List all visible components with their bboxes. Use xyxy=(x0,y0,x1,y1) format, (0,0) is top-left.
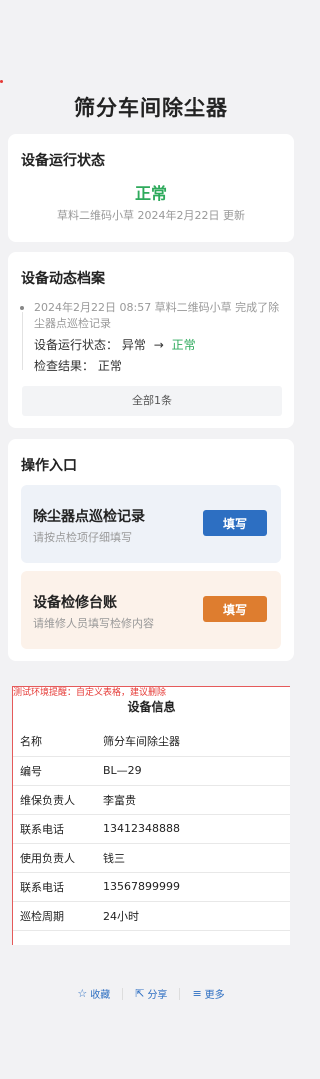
status-card-title: 设备运行状态 xyxy=(21,153,105,169)
red-dot-marker xyxy=(0,80,3,83)
row-value: BL—29 xyxy=(103,756,290,786)
record-text: 2024年2月22日 08:57 草料二维码小草 完成了除尘器点巡检记录 xyxy=(34,301,280,330)
record-status-to: 正常 xyxy=(171,338,196,352)
table-row: 巡检周期 24小时 xyxy=(13,901,290,931)
row-key: 联系电话 xyxy=(13,872,103,902)
row-key: 编号 xyxy=(13,756,103,786)
records-card: 设备动态档案 2024年2月22日 08:57 草料二维码小草 完成了除尘器点巡… xyxy=(8,252,294,428)
status-meta: 草料二维码小草 2024年2月22日 更新 xyxy=(57,209,245,222)
inspection-entry-title: 除尘器点巡检记录 xyxy=(33,509,145,525)
more-label: 更多 xyxy=(204,990,225,1001)
favorite-button[interactable]: ☆ 收藏 xyxy=(65,986,122,1001)
table-row: 编号 BL—29 xyxy=(13,756,290,786)
record-status-label: 设备运行状态： xyxy=(34,338,119,352)
footer-actions: ☆ 收藏 ⇱ 分享 ≡ 更多 xyxy=(0,986,302,1001)
table-row: 联系电话 13412348888 xyxy=(13,814,290,844)
share-icon: ⇱ xyxy=(135,987,145,1000)
maintenance-fill-button[interactable]: 填写 xyxy=(203,596,267,622)
menu-icon: ≡ xyxy=(192,987,202,1000)
maintenance-entry[interactable]: 设备检修台账 请维修人员填写检修内容 填写 xyxy=(21,571,281,649)
row-value: 李富贵 xyxy=(103,785,290,815)
star-icon: ☆ xyxy=(77,987,88,1000)
table-row: 使用负责人 钱三 xyxy=(13,843,290,873)
arrow-right-icon: → xyxy=(153,338,164,352)
row-value: 13412348888 xyxy=(103,814,290,844)
row-key: 巡检周期 xyxy=(13,901,103,931)
row-value: 13567899999 xyxy=(103,872,290,902)
record-status-row: 设备运行状态： 异常 → 正常 xyxy=(34,337,284,353)
record-result-row: 检查结果： 正常 xyxy=(34,358,284,374)
record-timeline-item: 2024年2月22日 08:57 草料二维码小草 完成了除尘器点巡检记录 设备运… xyxy=(20,300,284,374)
status-value: 正常 xyxy=(134,184,167,203)
record-result-label: 检查结果： xyxy=(34,359,95,373)
more-button[interactable]: ≡ 更多 xyxy=(180,986,236,1001)
records-card-title: 设备动态档案 xyxy=(21,271,105,287)
test-env-warning: 测试环境提醒：自定义表格，建议删除 xyxy=(13,688,167,698)
row-key: 联系电话 xyxy=(13,814,103,844)
maintenance-entry-subtitle: 请维修人员填写检修内容 xyxy=(33,617,154,630)
record-status-from: 异常 xyxy=(121,338,146,352)
record-result-value: 正常 xyxy=(97,359,122,373)
device-info-title: 设备信息 xyxy=(127,700,176,714)
timeline-dot xyxy=(20,306,24,310)
row-key: 维保负责人 xyxy=(13,785,103,815)
inspection-fill-button[interactable]: 填写 xyxy=(203,510,267,536)
row-value: 钱三 xyxy=(103,843,290,873)
row-value: 24小时 xyxy=(103,901,290,931)
share-label: 分享 xyxy=(147,990,168,1001)
table-row: 维保负责人 李富贵 xyxy=(13,785,290,815)
row-key: 名称 xyxy=(13,727,103,757)
maintenance-entry-title: 设备检修台账 xyxy=(33,595,117,611)
favorite-label: 收藏 xyxy=(90,990,111,1001)
row-value: 筛分车间除尘器 xyxy=(103,727,290,757)
view-all-records-button[interactable]: 全部1条 xyxy=(22,386,282,416)
table-row: 名称 筛分车间除尘器 xyxy=(13,727,290,757)
status-card: 设备运行状态 正常 草料二维码小草 2024年2月22日 更新 xyxy=(8,134,294,242)
table-row: 联系电话 13567899999 xyxy=(13,872,290,902)
row-key: 使用负责人 xyxy=(13,843,103,873)
share-button[interactable]: ⇱ 分享 xyxy=(123,986,179,1001)
inspection-entry-subtitle: 请按点检项仔细填写 xyxy=(33,531,132,544)
timeline-line xyxy=(22,312,23,370)
operation-entry-card: 操作入口 除尘器点巡检记录 请按点检项仔细填写 填写 设备检修台账 请维修人员填… xyxy=(8,439,294,661)
page-title: 筛分车间除尘器 xyxy=(74,96,228,120)
inspection-entry[interactable]: 除尘器点巡检记录 请按点检项仔细填写 填写 xyxy=(21,485,281,563)
device-info-section: 测试环境提醒：自定义表格，建议删除 设备信息 名称 筛分车间除尘器 编号 BL—… xyxy=(12,686,290,945)
entry-card-title: 操作入口 xyxy=(21,458,77,474)
device-info-table: 名称 筛分车间除尘器 编号 BL—29 维保负责人 李富贵 联系电话 13412… xyxy=(13,727,290,931)
